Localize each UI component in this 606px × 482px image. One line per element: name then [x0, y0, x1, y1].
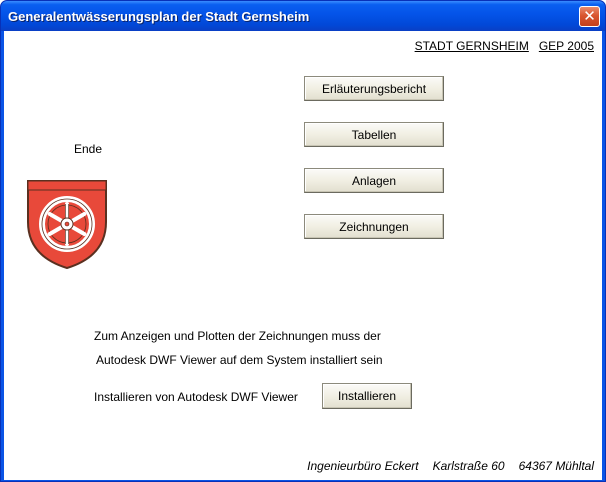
footer-address: Ingenieurbüro Eckert Karlstraße 60 64367 M…	[307, 459, 594, 473]
footer-city: 64367 Mühltal	[518, 459, 594, 473]
header-city-plan[interactable]: STADT GERNSHEIM GEP 2005	[415, 39, 594, 53]
title-bar[interactable]: Generalentwässerungsplan der Stadt Gerns…	[1, 1, 605, 31]
zeichnungen-button[interactable]: Zeichnungen	[304, 214, 444, 239]
footer-street: Karlstraße 60	[432, 459, 505, 473]
tabellen-button[interactable]: Tabellen	[304, 122, 444, 147]
anlagen-button[interactable]: Anlagen	[304, 168, 444, 193]
info-line-1: Zum Anzeigen und Plotten der Zeichnungen…	[94, 329, 381, 343]
close-icon: ✕	[583, 7, 596, 25]
client-area: STADT GERNSHEIM GEP 2005 Ende Erläuterun…	[4, 31, 602, 480]
header-plan: GEP 2005	[538, 39, 594, 53]
header-city: STADT GERNSHEIM	[414, 39, 529, 53]
app-window: Generalentwässerungsplan der Stadt Gerns…	[0, 0, 606, 482]
footer-company: Ingenieurbüro Eckert	[307, 459, 419, 473]
install-label: Installieren von Autodesk DWF Viewer	[94, 390, 298, 404]
ende-link[interactable]: Ende	[74, 142, 102, 156]
close-button[interactable]: ✕	[579, 6, 600, 27]
coat-of-arms-wheel-icon	[27, 180, 107, 270]
installieren-button[interactable]: Installieren	[322, 383, 412, 409]
info-line-2: Autodesk DWF Viewer auf dem System insta…	[96, 353, 383, 367]
erlaeuterungsbericht-button[interactable]: Erläuterungsbericht	[304, 76, 444, 101]
window-title: Generalentwässerungsplan der Stadt Gerns…	[8, 9, 310, 24]
